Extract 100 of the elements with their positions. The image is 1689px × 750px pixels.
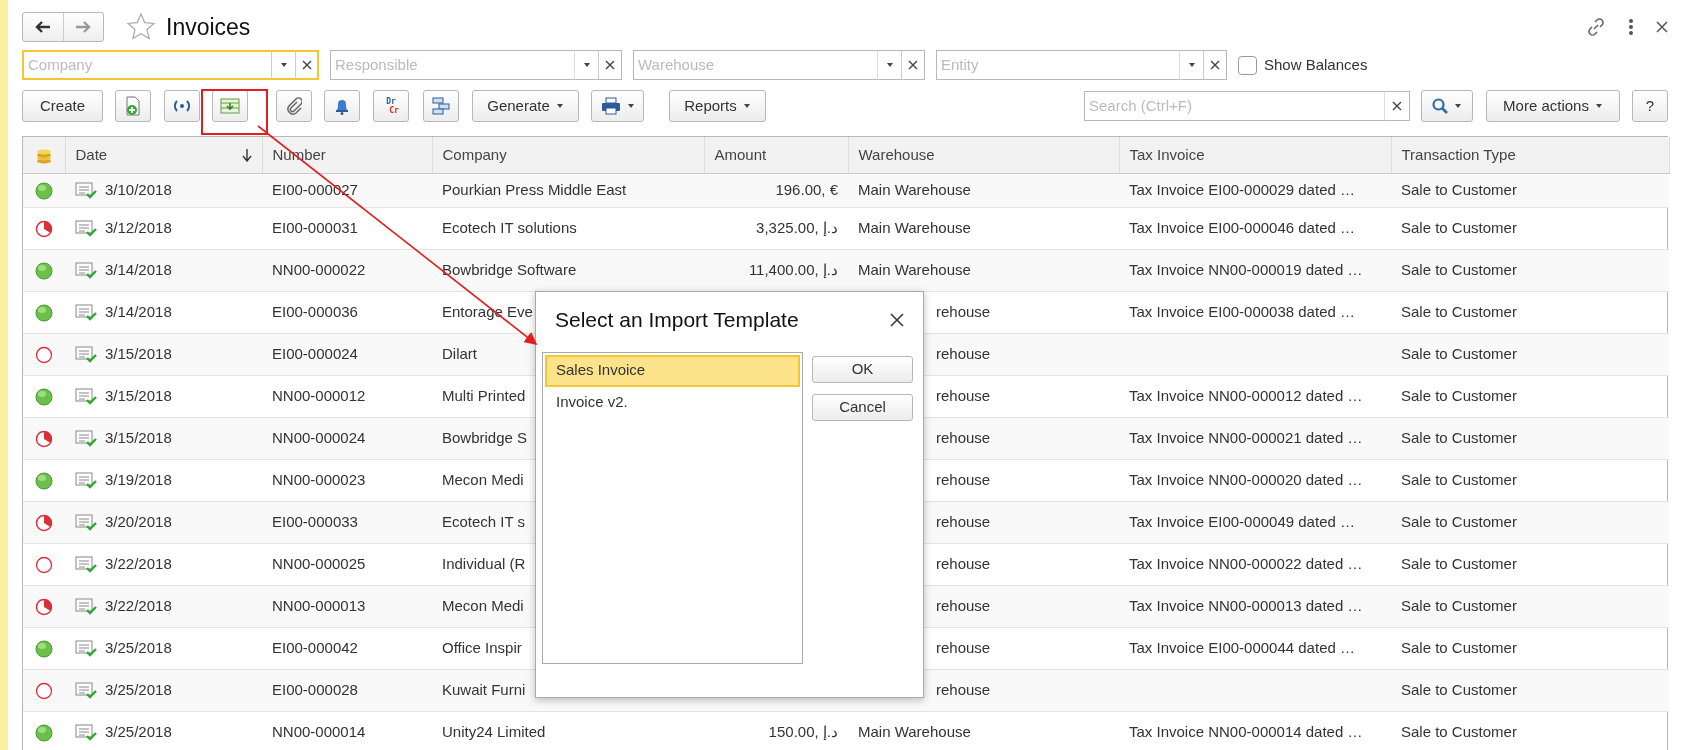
table-cell: Sale to Customer xyxy=(1401,722,1517,740)
pie-status-icon xyxy=(35,429,53,448)
table-cell: rehouse xyxy=(936,302,991,320)
create-button[interactable]: Create xyxy=(22,90,103,122)
filter-field[interactable]: Responsible xyxy=(330,50,574,80)
generate-button[interactable]: Generate xyxy=(472,90,579,122)
table-cell: EI00-000033 xyxy=(272,512,358,530)
column-header[interactable]: Warehouse xyxy=(858,145,935,163)
more-icon[interactable] xyxy=(1628,18,1634,36)
filled-circle-icon xyxy=(35,261,53,280)
column-header[interactable]: Tax Invoice xyxy=(1129,145,1205,163)
dialog-title: Select an Import Template xyxy=(555,307,799,333)
document-check-icon xyxy=(75,597,97,615)
close-icon[interactable] xyxy=(889,311,905,328)
link-icon[interactable] xyxy=(1586,17,1606,37)
caret-icon xyxy=(885,62,894,68)
clear-button[interactable] xyxy=(598,50,622,80)
table-cell: Sale to Customer xyxy=(1401,344,1517,362)
pie-status-icon xyxy=(35,597,53,616)
checkbox-label: Show Balances xyxy=(1264,54,1368,75)
forward-arrow-icon xyxy=(75,21,92,33)
broadcast-icon xyxy=(172,99,192,113)
new-document-button[interactable] xyxy=(115,90,151,122)
table-cell: Tax Invoice EI00-000038 dated … xyxy=(1129,302,1355,320)
table-cell: rehouse xyxy=(936,428,991,446)
table-cell: Sale to Customer xyxy=(1401,470,1517,488)
broadcast-button[interactable] xyxy=(164,90,200,122)
filled-circle-icon xyxy=(35,723,53,742)
caret-icon xyxy=(582,62,591,68)
table-cell-text: 3/20/2018 xyxy=(105,511,172,532)
table-cell: NN00-000025 xyxy=(272,554,366,572)
table-cell-text: 3/14/2018 xyxy=(105,259,172,280)
table-cell: rehouse xyxy=(936,344,991,362)
document-check-icon xyxy=(75,555,97,573)
document-check-icon xyxy=(75,513,97,531)
caret-icon xyxy=(555,103,564,109)
filter-field[interactable]: Warehouse xyxy=(633,50,877,80)
table-cell-text: 3/15/2018 xyxy=(105,385,172,406)
clear-button[interactable] xyxy=(901,50,925,80)
search-button[interactable] xyxy=(1421,90,1473,122)
empty-circle-icon xyxy=(35,681,53,700)
table-cell: Sale to Customer xyxy=(1401,596,1517,614)
print-button[interactable] xyxy=(591,90,644,122)
pie-status-icon xyxy=(35,219,53,238)
filter-field[interactable]: Company xyxy=(22,50,271,80)
clear-button[interactable] xyxy=(295,50,319,80)
table-cell: EI00-000036 xyxy=(272,302,358,320)
show-balances-checkbox[interactable] xyxy=(1238,55,1257,75)
help-button[interactable]: ? xyxy=(1632,90,1668,122)
pie-status-icon xyxy=(35,513,53,532)
table-cell: EI00-000042 xyxy=(272,638,358,656)
table-cell-text: 3/19/2018 xyxy=(105,469,172,490)
table-cell: Mecon Medi xyxy=(442,596,524,614)
table-cell: NN00-000012 xyxy=(272,386,366,404)
search-field[interactable]: Search (Ctrl+F) xyxy=(1084,91,1384,121)
table-cell: rehouse xyxy=(936,638,991,656)
reports-button[interactable]: Reports xyxy=(669,90,766,122)
table-cell: Tax Invoice EI00-000049 dated … xyxy=(1129,512,1355,530)
list-item[interactable]: Sales Invoice xyxy=(545,354,800,387)
column-header[interactable]: Amount xyxy=(714,145,767,163)
caret-icon xyxy=(626,103,635,109)
structure-button[interactable] xyxy=(423,90,459,122)
table-cell-text: 3/25/2018 xyxy=(105,721,172,742)
filter-field[interactable]: Entity xyxy=(936,50,1179,80)
table-cell: rehouse xyxy=(936,512,991,530)
close-icon[interactable] xyxy=(1656,21,1668,33)
import-button[interactable] xyxy=(212,90,248,122)
table-cell: 150.00, د.إ xyxy=(768,722,838,740)
caret-icon xyxy=(1187,62,1196,68)
table-cell: Tax Invoice EI00-000044 dated … xyxy=(1129,638,1355,656)
table-cell-text: 3/22/2018 xyxy=(105,595,172,616)
table-cell: Main Warehouse xyxy=(858,260,971,278)
table-cell-text: 3/10/2018 xyxy=(105,179,172,200)
caret-icon xyxy=(279,62,288,68)
table-cell: rehouse xyxy=(936,596,991,614)
column-header[interactable]: Date xyxy=(75,143,108,166)
star-icon[interactable] xyxy=(126,12,156,42)
column-header[interactable]: Company xyxy=(442,145,507,163)
document-plus-icon xyxy=(124,96,142,116)
table-cell: Pourkian Press Middle East xyxy=(442,180,627,198)
filled-circle-icon xyxy=(35,303,53,322)
more-actions-button[interactable]: More actions xyxy=(1486,90,1620,122)
attach-button[interactable] xyxy=(276,90,312,122)
debit-credit-button[interactable]: Dr Cr xyxy=(373,90,409,122)
cancel-button[interactable]: Cancel xyxy=(812,393,913,421)
table-cell: Tax Invoice NN00-000014 dated … xyxy=(1129,722,1363,740)
table-cell: rehouse xyxy=(936,470,991,488)
table-cell: NN00-000022 xyxy=(272,260,366,278)
table-cell: Tax Invoice NN00-000019 dated … xyxy=(1129,260,1363,278)
table-cell: NN00-000024 xyxy=(272,428,366,446)
clear-button[interactable] xyxy=(1203,50,1227,80)
table-cell: Office Inspir xyxy=(442,638,522,656)
list-item[interactable]: Invoice v2. xyxy=(545,386,800,419)
table-cell: Tax Invoice NN00-000020 dated … xyxy=(1129,470,1363,488)
ok-button[interactable]: OK xyxy=(812,355,913,383)
table-cell-text: 3/15/2018 xyxy=(105,343,172,364)
notification-button[interactable] xyxy=(324,90,360,122)
table-cell-text: 3/25/2018 xyxy=(105,637,172,658)
table-cell: NN00-000014 xyxy=(272,722,366,740)
caret-icon xyxy=(1454,103,1462,109)
